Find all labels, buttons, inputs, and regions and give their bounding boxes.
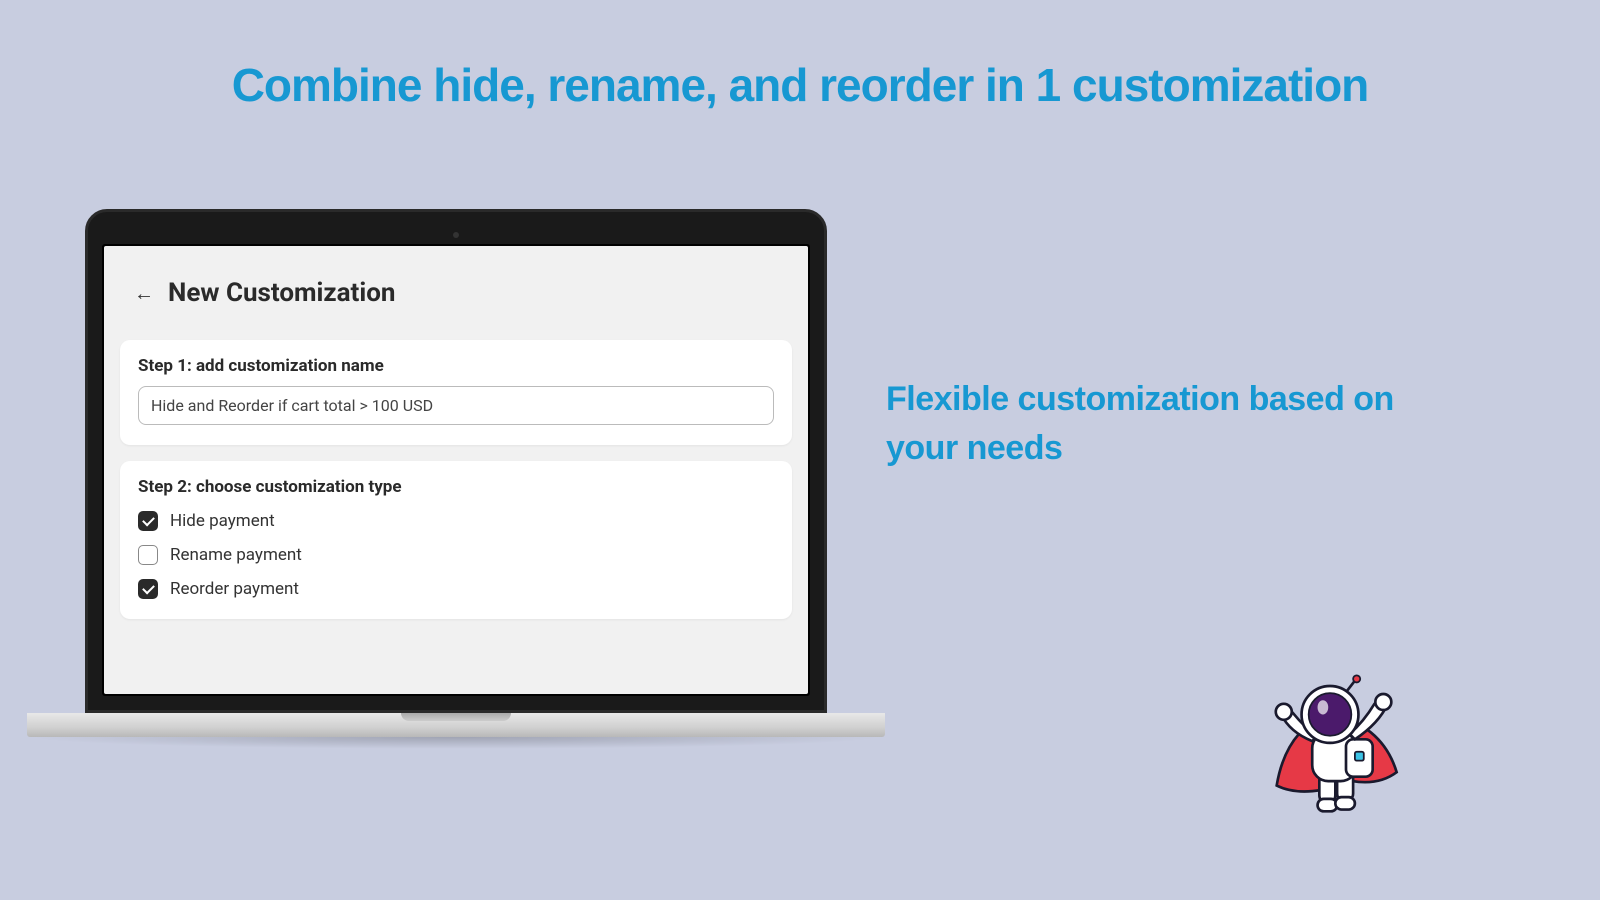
step1-card: Step 1: add customization name: [120, 340, 792, 445]
laptop-mockup: ← New Customization Step 1: add customiz…: [85, 209, 827, 749]
laptop-body: ← New Customization Step 1: add customiz…: [85, 209, 827, 713]
back-arrow-icon[interactable]: ←: [134, 281, 154, 306]
checkbox-row-hide: Hide payment: [138, 511, 774, 531]
laptop-screen-bezel: ← New Customization Step 1: add customiz…: [102, 244, 810, 696]
checkbox-label: Rename payment: [170, 545, 302, 565]
checkbox-reorder-payment[interactable]: [138, 579, 158, 599]
laptop-camera-area: [102, 226, 810, 244]
laptop-camera-icon: [453, 232, 459, 238]
step2-card: Step 2: choose customization type Hide p…: [120, 461, 792, 619]
page-heading: Combine hide, rename, and reorder in 1 c…: [0, 58, 1600, 112]
checkbox-hide-payment[interactable]: [138, 511, 158, 531]
laptop-base: [27, 713, 885, 737]
screen-title: New Customization: [168, 278, 395, 308]
laptop-shadow: [27, 737, 885, 749]
checkbox-rename-payment[interactable]: [138, 545, 158, 565]
checkbox-row-reorder: Reorder payment: [138, 579, 774, 599]
laptop-screen: ← New Customization Step 1: add customiz…: [104, 246, 808, 694]
checkbox-label: Reorder payment: [170, 579, 299, 599]
checkbox-row-rename: Rename payment: [138, 545, 774, 565]
laptop-notch: [401, 713, 511, 721]
astronaut-mascot-icon: [1240, 670, 1420, 830]
checkbox-label: Hide payment: [170, 511, 275, 531]
step2-label: Step 2: choose customization type: [138, 477, 774, 497]
customization-name-input[interactable]: [138, 386, 774, 425]
screen-header: ← New Customization: [104, 246, 808, 332]
page-subheading: Flexible customization based on your nee…: [886, 375, 1406, 474]
step1-label: Step 1: add customization name: [138, 356, 774, 376]
screen-content: ← New Customization Step 1: add customiz…: [104, 246, 808, 619]
